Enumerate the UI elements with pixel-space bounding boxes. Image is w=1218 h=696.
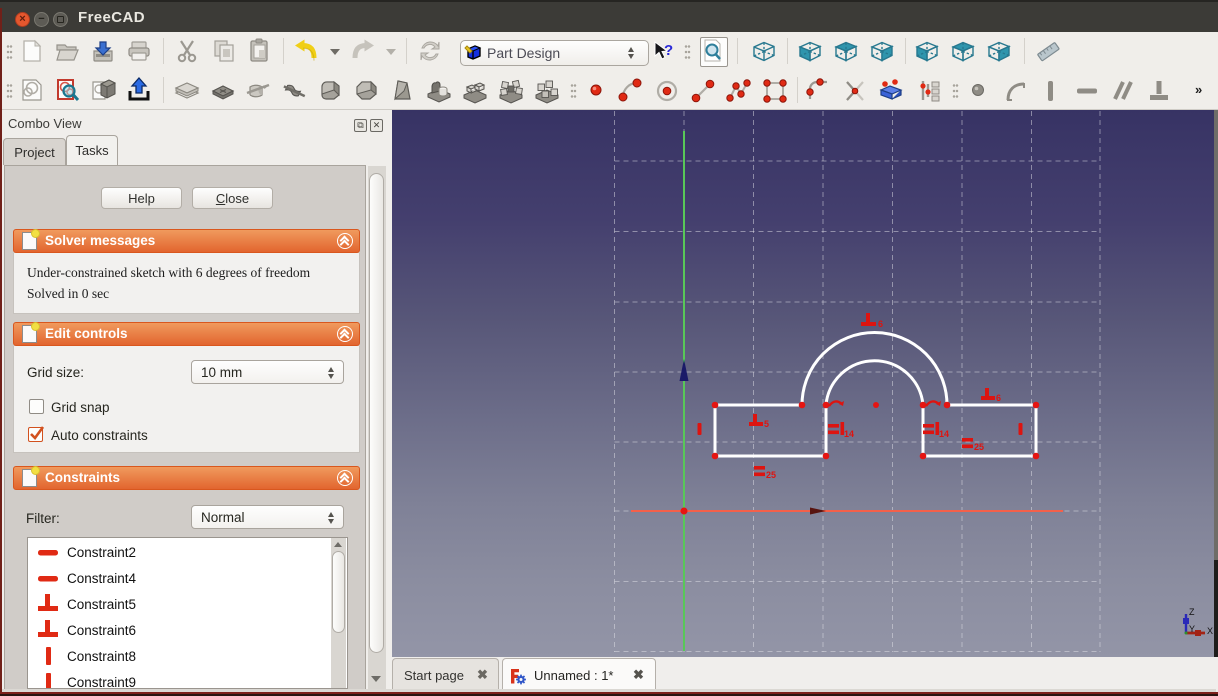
svg-text:?: ?: [664, 42, 673, 59]
svg-text:5: 5: [764, 419, 769, 429]
svg-text:6: 6: [878, 319, 883, 329]
svg-text:14: 14: [939, 429, 949, 439]
svg-text:25: 25: [974, 442, 984, 452]
svg-text:6: 6: [996, 393, 1001, 403]
svg-text:14: 14: [844, 429, 854, 439]
svg-text:Z: Z: [1189, 607, 1195, 617]
svg-text:X: X: [1207, 626, 1213, 636]
svg-text:Y: Y: [1189, 624, 1195, 634]
svg-text:25: 25: [766, 470, 776, 480]
